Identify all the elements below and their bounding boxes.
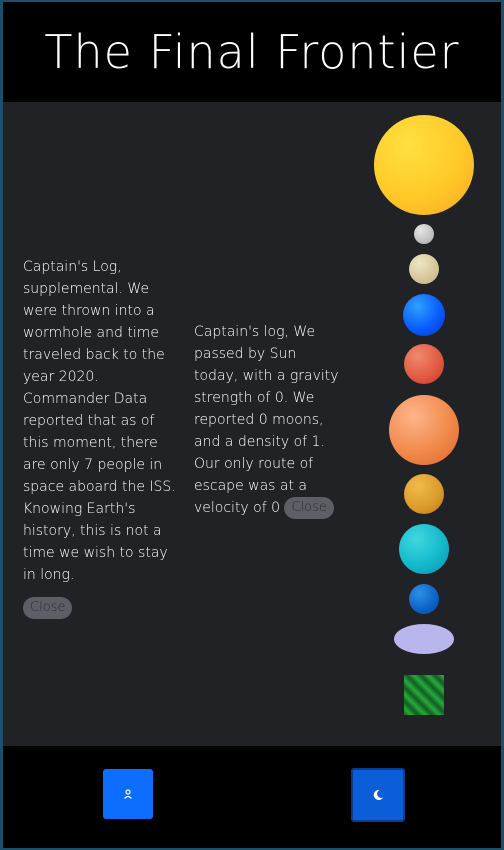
planet-earth[interactable]	[403, 294, 445, 336]
footer	[3, 746, 501, 848]
planet-sun[interactable]	[374, 115, 474, 215]
planet-mercury[interactable]	[414, 224, 434, 244]
close-button[interactable]: Close	[284, 497, 334, 519]
astronaut-icon	[123, 789, 133, 799]
log-text: Captain's log, We passed by Sun today, w…	[194, 324, 339, 516]
captains-log-1: Captain's Log, supplemental. We were thr…	[23, 256, 179, 619]
planet-saturn[interactable]	[404, 474, 444, 514]
page-title: The Final Frontier	[44, 25, 460, 79]
asteroid-tile[interactable]	[404, 675, 444, 715]
moon-icon	[372, 789, 384, 801]
captains-log-2: Captain's log, We passed by Sun today, w…	[194, 321, 340, 519]
astronaut-button[interactable]	[103, 769, 153, 819]
header: The Final Frontier	[3, 2, 501, 102]
planet-jupiter[interactable]	[389, 395, 459, 465]
dark-mode-toggle[interactable]	[351, 768, 405, 822]
planet-uranus[interactable]	[399, 524, 449, 574]
planet-neptune[interactable]	[409, 584, 439, 614]
log-text: Captain's Log, supplemental. We were thr…	[23, 259, 176, 583]
close-button[interactable]: Close	[23, 597, 73, 619]
planet-mars[interactable]	[404, 344, 444, 384]
planet-venus[interactable]	[409, 254, 439, 284]
planet-pluto[interactable]	[394, 624, 454, 654]
app-frame: The Final Frontier Captain's Log, supple…	[3, 2, 501, 848]
